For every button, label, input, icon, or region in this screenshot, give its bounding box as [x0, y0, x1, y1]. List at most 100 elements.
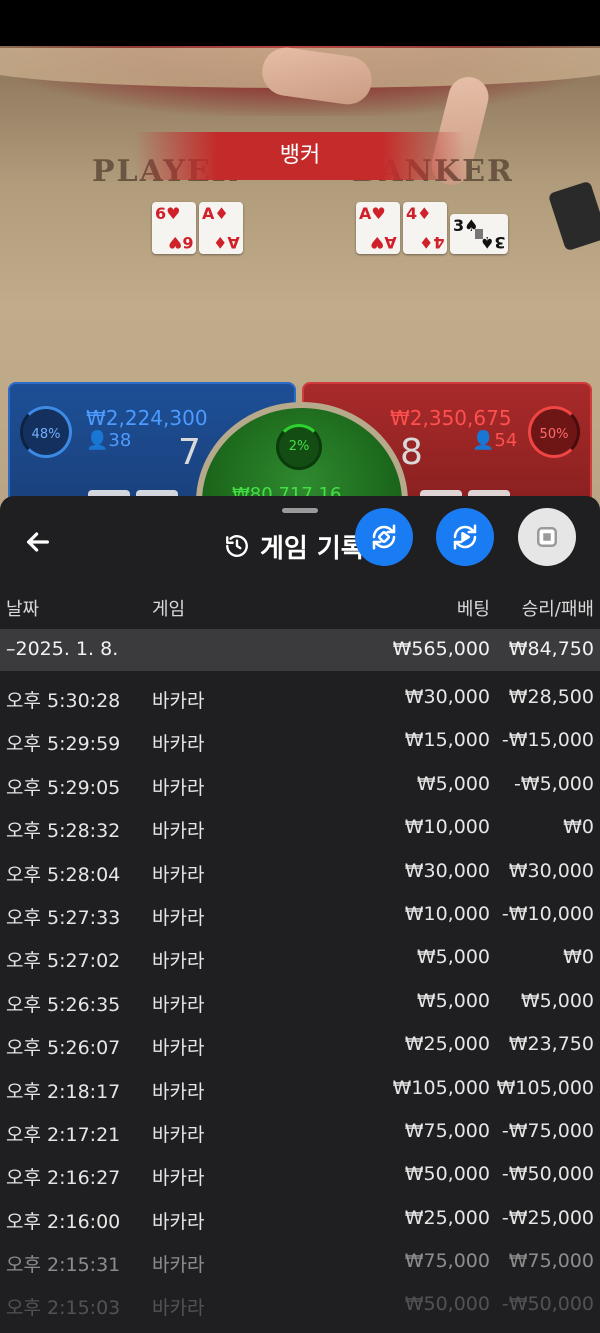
history-icon — [226, 535, 248, 557]
table-row[interactable]: 오후 2:15:31 바카라 ₩75,000 ₩75,000 — [0, 1240, 600, 1283]
row-bet: ₩5,000 — [416, 946, 490, 969]
row-bet: ₩25,000 — [404, 1033, 490, 1056]
row-time: 오후 2:16:27 — [6, 1167, 121, 1190]
row-result: ₩0 — [563, 816, 594, 839]
table-row[interactable]: 오후 5:29:05 바카라 ₩5,000 -₩5,000 — [0, 763, 600, 806]
row-time: 오후 5:26:07 — [6, 1037, 121, 1060]
arrow-left-icon — [27, 532, 49, 552]
player-percent-ring: 48% — [20, 406, 72, 458]
table-row[interactable]: 오후 5:27:02 바카라 ₩5,000 ₩0 — [0, 936, 600, 979]
row-result: ₩30,000 — [508, 859, 594, 882]
player-bet-amount: ₩2,224,300 — [86, 406, 208, 430]
table-row[interactable]: 오후 2:17:21 바카라 ₩75,000 -₩75,000 — [0, 1110, 600, 1153]
table-row[interactable]: 오후 5:26:35 바카라 ₩5,000 ₩5,000 — [0, 980, 600, 1023]
card-corner: 6♥ — [167, 233, 193, 252]
replay-button[interactable] — [436, 508, 494, 566]
row-time: 오후 5:28:04 — [6, 863, 121, 886]
table-row[interactable]: 오후 5:26:07 바카라 ₩25,000 ₩23,750 — [0, 1023, 600, 1066]
banker-percent-ring: 50% — [528, 406, 580, 458]
row-game: 바카라 — [152, 733, 205, 756]
row-result: -₩50,000 — [501, 1293, 594, 1316]
row-bet: ₩5,000 — [416, 772, 490, 795]
status-bar — [0, 0, 600, 46]
rotate-button[interactable] — [355, 508, 413, 566]
sheet-drag-handle[interactable] — [282, 508, 318, 513]
card-shoe — [547, 180, 600, 252]
table-row[interactable]: 오후 2:16:00 바카라 ₩25,000 -₩25,000 — [0, 1197, 600, 1240]
back-button[interactable] — [22, 526, 62, 566]
row-result: ₩75,000 — [508, 1250, 594, 1273]
row-time: 오후 5:28:32 — [6, 820, 121, 843]
row-time: 오후 5:29:05 — [6, 776, 121, 799]
row-game: 바카라 — [152, 1080, 205, 1103]
table-row[interactable]: 오후 2:18:17 바카라 ₩105,000 ₩105,000 — [0, 1067, 600, 1110]
row-result: -₩5,000 — [513, 772, 594, 795]
column-header-date[interactable]: 날짜 — [6, 595, 39, 621]
date-group-row[interactable]: –2025. 1. 8. ₩565,000 ₩84,750 — [0, 629, 600, 671]
card-corner: A♥ — [370, 233, 397, 252]
banker-bettor-count: 👤54 — [472, 430, 518, 451]
player-score: 7 — [178, 432, 201, 473]
row-game: 바카라 — [152, 1037, 205, 1060]
row-result: -₩15,000 — [501, 729, 594, 752]
table-row[interactable]: 오후 5:28:04 바카라 ₩30,000 ₩30,000 — [0, 850, 600, 893]
table-row[interactable]: 오후 5:30:28 바카라 ₩30,000 ₩28,500 — [0, 676, 600, 719]
row-game: 바카라 — [152, 1254, 205, 1277]
sheet-header: 게임 기록 — [224, 528, 365, 564]
row-time: 오후 2:18:17 — [6, 1080, 121, 1103]
winner-banner: 뱅커 — [135, 132, 465, 180]
row-bet: ₩50,000 — [404, 1163, 490, 1186]
row-result: -₩75,000 — [501, 1119, 594, 1142]
row-bet: ₩30,000 — [404, 686, 490, 708]
date-group-result-total: ₩84,750 — [508, 638, 594, 660]
row-result: ₩28,500 — [508, 686, 594, 708]
row-game: 바카라 — [152, 776, 205, 799]
row-time: 오후 2:15:31 — [6, 1254, 121, 1277]
table-row[interactable]: 오후 2:16:27 바카라 ₩50,000 -₩50,000 — [0, 1153, 600, 1196]
table-row[interactable]: 오후 5:27:33 바카라 ₩10,000 -₩10,000 — [0, 893, 600, 936]
game-history-sheet: 게임 기록 날짜 게임 베팅 승리/패배 –2025. 1. 8. ₩565,0… — [0, 496, 600, 1333]
row-result: -₩25,000 — [501, 1206, 594, 1229]
row-bet: ₩5,000 — [416, 989, 490, 1012]
banker-score: 8 — [400, 432, 423, 473]
table-row[interactable]: 오후 2:15:03 바카라 ₩50,000 -₩50,000 — [0, 1283, 600, 1326]
player-bettor-count: 👤38 — [86, 430, 132, 451]
row-time: 오후 5:26:35 — [6, 993, 121, 1016]
row-result: ₩0 — [563, 946, 594, 969]
row-bet: ₩50,000 — [404, 1293, 490, 1316]
playing-card: 3♠ 3♠ — [450, 214, 508, 254]
card-corner: 3♠ — [479, 233, 505, 252]
user-icon: 👤 — [472, 430, 495, 451]
card-corner: A♦ — [213, 233, 240, 252]
row-time: 오후 2:15:03 — [6, 1297, 121, 1320]
live-game-view: PLAYER BANKER 뱅커 6♥ 6♥ A♦ A♦ A♥ A♥ 4♦ 4♦… — [0, 46, 600, 516]
row-time: 오후 5:30:28 — [6, 690, 121, 712]
row-result: ₩105,000 — [496, 1076, 594, 1099]
date-group-date: –2025. 1. 8. — [6, 638, 119, 660]
stop-button[interactable] — [518, 508, 576, 566]
row-result: ₩23,750 — [508, 1033, 594, 1056]
playing-card: 4♦ 4♦ — [403, 202, 447, 254]
table-row[interactable]: 오후 5:29:59 바카라 ₩15,000 -₩15,000 — [0, 719, 600, 762]
row-time: 오후 2:16:00 — [6, 1210, 121, 1233]
table-row[interactable]: 오후 5:28:32 바카라 ₩10,000 ₩0 — [0, 806, 600, 849]
player-cards: 6♥ 6♥ A♦ A♦ — [152, 202, 243, 254]
row-game: 바카라 — [152, 950, 205, 973]
row-time: 오후 5:27:02 — [6, 950, 121, 973]
row-game: 바카라 — [152, 1210, 205, 1233]
row-game: 바카라 — [152, 1167, 205, 1190]
row-time: 오후 2:17:21 — [6, 1123, 121, 1146]
column-header-game[interactable]: 게임 — [152, 595, 185, 621]
card-corner: A♥ — [359, 204, 386, 223]
playing-card: 6♥ 6♥ — [152, 202, 196, 254]
row-bet: ₩10,000 — [404, 902, 490, 925]
banker-cards: A♥ A♥ 4♦ 4♦ 3♠ 3♠ — [356, 202, 508, 254]
banker-bet-amount: ₩2,350,675 — [390, 406, 512, 430]
column-header-bet[interactable]: 베팅 — [457, 595, 490, 621]
row-result: -₩50,000 — [501, 1163, 594, 1186]
column-header-result[interactable]: 승리/패배 — [522, 595, 594, 621]
row-game: 바카라 — [152, 993, 205, 1016]
stop-icon — [537, 527, 557, 547]
row-bet: ₩75,000 — [404, 1119, 490, 1142]
date-group-bet-total: ₩565,000 — [392, 638, 490, 660]
